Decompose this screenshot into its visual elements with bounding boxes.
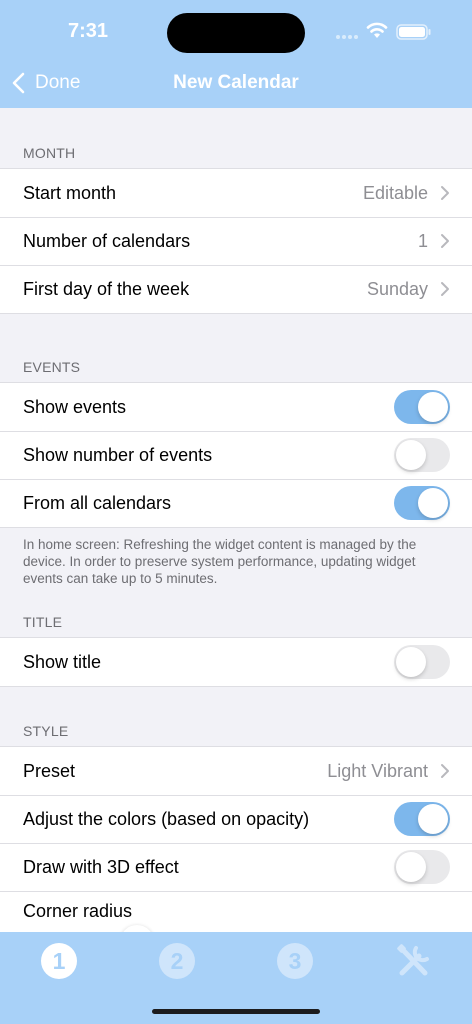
tab-1[interactable]: 1 [40, 942, 78, 980]
draw-3d-effect-toggle[interactable] [394, 850, 450, 884]
start-month-row[interactable]: Start month Editable [0, 169, 472, 217]
tab-2[interactable]: 2 [158, 942, 196, 980]
cellular-signal-icon [336, 35, 358, 39]
section-header-title: Title [23, 614, 63, 630]
row-label: Preset [23, 760, 76, 781]
row-label: Corner radius [23, 901, 133, 921]
draw-3d-effect-row: Draw with 3D effect [0, 843, 472, 891]
month-group: Start month Editable Number of calendars… [0, 168, 472, 314]
show-title-toggle[interactable] [394, 645, 450, 679]
row-label: Show number of events [23, 444, 213, 465]
row-label: Draw with 3D effect [23, 856, 179, 877]
style-group: Preset Light Vibrant Adjust the colors (… [0, 746, 472, 932]
events-group: Show events Show number of events From a… [0, 382, 472, 528]
tab-1-label: 1 [53, 948, 66, 974]
row-label: Show events [23, 396, 127, 417]
section-header-events: Events [23, 359, 81, 375]
chevron-right-icon [441, 282, 449, 296]
number-of-calendars-row[interactable]: Number of calendars 1 [0, 217, 472, 265]
page-title: New Calendar [173, 72, 299, 93]
row-label: Start month [23, 182, 117, 203]
chevron-right-icon [441, 186, 449, 200]
home-indicator [152, 1009, 320, 1014]
wifi-icon [366, 22, 388, 38]
row-label: Number of calendars [23, 230, 191, 251]
show-events-toggle[interactable] [394, 390, 450, 424]
tab-2-label: 2 [171, 948, 184, 974]
corner-radius-slider-thumb[interactable] [120, 925, 154, 932]
adjust-colors-row: Adjust the colors (based on opacity) [0, 795, 472, 843]
title-group: Show title [0, 637, 472, 687]
row-label: First day of the week [23, 278, 190, 299]
tab-3[interactable]: 3 [276, 942, 314, 980]
preset-row[interactable]: Preset Light Vibrant [0, 747, 472, 795]
events-footer-note: In home screen: Refreshing the widget co… [23, 537, 417, 586]
show-events-row: Show events [0, 383, 472, 431]
from-all-calendars-row: From all calendars [0, 479, 472, 527]
row-label: Show title [23, 651, 102, 672]
row-label: From all calendars [23, 492, 172, 513]
row-value: 1 [417, 230, 428, 251]
first-day-of-week-row[interactable]: First day of the week Sunday [0, 265, 472, 313]
row-value: Light Vibrant [327, 760, 428, 781]
row-value: Sunday [366, 278, 428, 299]
row-value: Editable [362, 182, 428, 203]
chevron-right-icon [441, 764, 449, 778]
status-time: 7:31 [68, 20, 109, 42]
tools-icon[interactable] [394, 942, 432, 980]
corner-radius-row: Corner radius [0, 891, 472, 932]
from-all-calendars-toggle[interactable] [394, 486, 450, 520]
tab-3-label: 3 [289, 948, 302, 974]
show-number-of-events-toggle[interactable] [394, 438, 450, 472]
show-number-of-events-row: Show number of events [0, 431, 472, 479]
battery-icon [396, 24, 431, 40]
row-label: Adjust the colors (based on opacity) [23, 808, 310, 829]
dynamic-island [167, 13, 305, 53]
adjust-colors-toggle[interactable] [394, 802, 450, 836]
navigation-header: 7:31 Done New Calendar [0, 0, 472, 108]
section-header-month: Month [23, 145, 76, 161]
show-title-row: Show title [0, 638, 472, 686]
section-header-style: Style [23, 723, 69, 739]
chevron-right-icon [441, 234, 449, 248]
